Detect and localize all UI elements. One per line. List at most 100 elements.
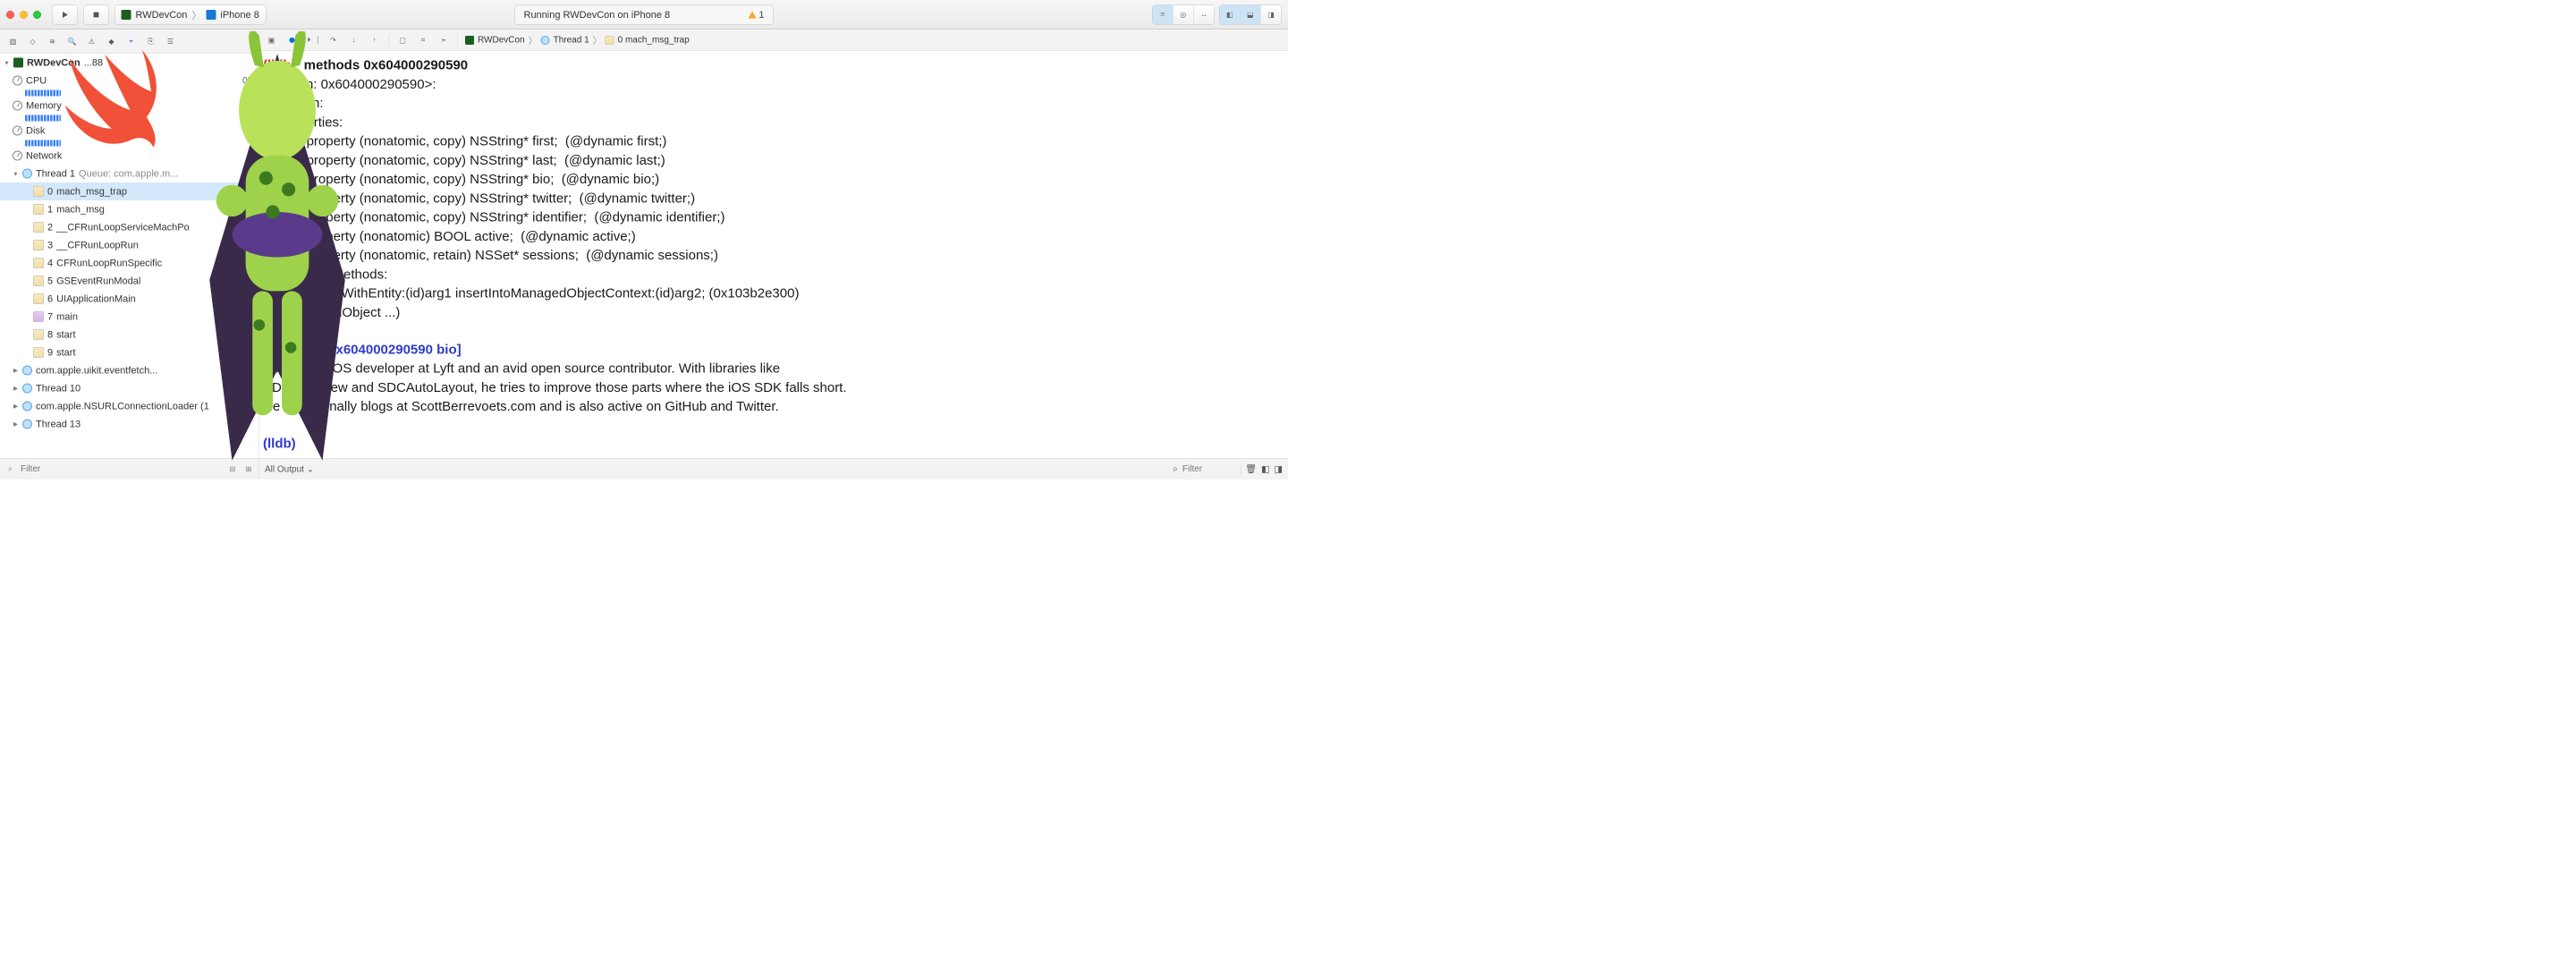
test-navigator-tab[interactable]: ◆ [105,35,118,48]
cpu-gauge-row[interactable]: CPU 0% [0,72,259,89]
debug-navigator-tab[interactable]: ⌖ [124,35,138,48]
step-into-button[interactable]: ↓ [347,33,360,47]
simulate-location-button[interactable]: ➣ [437,33,451,47]
filter-icon[interactable]: ⌕ [4,463,16,475]
run-button[interactable] [52,4,78,24]
thread-label: com.apple.uikit.eventfetch... [36,365,157,377]
console-filter-input[interactable] [1182,464,1236,475]
app-icon [13,58,23,68]
disk-spark [0,140,259,147]
network-gauge-row[interactable]: Network [0,147,259,165]
lldb-output: <Person: 0x604000290590>: in Person: Pro… [263,77,799,320]
gauge-label: Disk [26,125,45,137]
frame-icon [33,276,44,286]
activity-viewer[interactable]: Running RWDevCon on iPhone 8 1 [514,4,774,24]
frame-index: 0 [47,186,53,198]
step-over-button[interactable]: ↷ [326,33,340,47]
frame-icon [33,186,44,197]
stack-frame-row[interactable]: 6 UIApplicationMain [0,290,259,308]
toggle-debug-area-button[interactable]: ⬓ [1241,5,1261,24]
frame-name: main [56,311,78,323]
frame-icon [33,311,44,322]
stack-frame-row[interactable]: 5 GSEventRunModal [0,272,259,290]
frame-icon [33,329,44,340]
thread-icon [22,169,32,179]
gauge-value: MB [242,100,256,111]
stack-frame-row[interactable]: 4 CFRunLoopRunSpecific [0,254,259,272]
clear-console-button[interactable]: 🗑 [1245,463,1257,475]
version-editor-button[interactable]: ↔ [1194,5,1215,24]
close-window-button[interactable] [6,11,14,19]
stack-frame-row[interactable]: 8 start [0,326,259,344]
stack-frame-row[interactable]: 7 main [0,308,259,326]
disclosure-triangle-icon[interactable] [13,420,19,428]
stack-frame-row[interactable]: 0 mach_msg_trap [0,182,259,200]
stack-frame-row[interactable]: 3 __CFRunLoopRun [0,236,259,254]
disclosure-triangle-icon[interactable] [13,170,19,177]
debug-view-hierarchy-button[interactable]: ▢ [396,33,410,47]
symbol-navigator-tab[interactable]: ≋ [46,35,59,48]
debug-threads-filter-icon[interactable]: ⊞ [243,463,255,475]
panel-toggles[interactable]: ◧ ⬓ ◨ [1219,4,1282,24]
disclosure-triangle-icon[interactable] [13,403,19,410]
editor-mode-selector[interactable]: ≡ ◎ ↔ [1152,4,1215,24]
crashed-threads-filter-icon[interactable]: ⊟ [227,463,239,475]
frame-name: mach_msg_trap [56,186,127,198]
thread-row[interactable]: com.apple.uikit.eventfetch... [0,361,259,379]
thread-icon [22,366,32,376]
frame-index: 2 [47,222,53,233]
stack-frame-row[interactable]: 2 __CFRunLoopServiceMachPo [0,218,259,236]
cpu-spark [0,89,259,97]
breakpoint-navigator-tab[interactable]: ⎘ [144,35,157,48]
scheme-selector[interactable]: RWDevCon 〉 iPhone 8 [114,4,266,24]
standard-editor-button[interactable]: ≡ [1153,5,1174,24]
variables-view-toggle[interactable]: ◧ [1261,463,1269,475]
debug-console[interactable]: (lldb) methods 0x604000290590 <Person: 0… [259,51,1288,458]
issue-navigator-tab[interactable]: ⚠ [85,35,98,48]
issue-indicator[interactable]: 1 [748,9,764,21]
scheme-app-label: RWDevCon [136,9,188,21]
toggle-breakpoints-button[interactable]: ⬣ [285,33,299,47]
thread-queue: Queue: com.apple.m... [79,168,178,180]
minimize-window-button[interactable] [20,11,28,19]
memory-gauge-row[interactable]: Memory MB [0,97,259,115]
disk-gauge-row[interactable]: Disk [0,122,259,140]
jumpbar-frame[interactable]: 0 mach_msg_trap [618,35,690,46]
thread-row[interactable]: Thread 10 [0,379,259,397]
continue-button[interactable]: ⏵⎹ [306,33,319,47]
thread-row[interactable]: Thread 1 Queue: com.apple.m... [0,165,259,182]
toggle-inspector-button[interactable]: ◨ [1261,5,1282,24]
project-navigator-tab[interactable]: ▥ [6,35,20,48]
stack-frame-row[interactable]: 9 start [0,344,259,361]
step-out-button[interactable]: ↑ [368,33,381,47]
lldb-output: Scott is an iOS developer at Lyft and an… [263,361,847,414]
frame-icon [33,222,44,233]
disclosure-triangle-icon[interactable] [13,385,19,392]
gauge-icon [13,101,22,111]
thread-row[interactable]: Thread 13 [0,415,259,433]
disclosure-triangle-icon[interactable] [13,367,19,374]
thread-icon [22,384,32,394]
debug-jump-bar[interactable]: RWDevCon 〉 Thread 1 〉 0 mach_msg_trap [465,34,690,47]
navigator-filter-input[interactable] [21,464,223,475]
jumpbar-thread[interactable]: Thread 1 [554,35,589,46]
assistant-editor-button[interactable]: ◎ [1174,5,1194,24]
hide-debug-area-button[interactable]: ▣ [265,33,278,47]
process-row[interactable]: RWDevCon ...88 [0,54,259,72]
stop-button[interactable] [83,4,109,24]
frame-index: 9 [47,347,53,359]
jumpbar-app[interactable]: RWDevCon [478,35,525,46]
toggle-navigator-button[interactable]: ◧ [1220,5,1241,24]
thread-row[interactable]: com.apple.NSURLConnectionLoader (1 [0,397,259,415]
disclosure-triangle-icon[interactable] [4,59,10,66]
debug-memory-button[interactable]: ⌗ [417,33,430,47]
source-control-navigator-tab[interactable]: ◇ [26,35,39,48]
stack-frame-row[interactable]: 1 mach_msg [0,200,259,218]
find-navigator-tab[interactable]: 🔍 [65,35,79,48]
frame-name: mach_msg [56,204,105,216]
console-view-toggle[interactable]: ◨ [1275,463,1283,475]
report-navigator-tab[interactable]: ☰ [164,35,177,48]
output-scope-selector[interactable]: All Output ⌄ [265,463,314,475]
frame-icon [33,293,44,304]
zoom-window-button[interactable] [33,11,41,19]
